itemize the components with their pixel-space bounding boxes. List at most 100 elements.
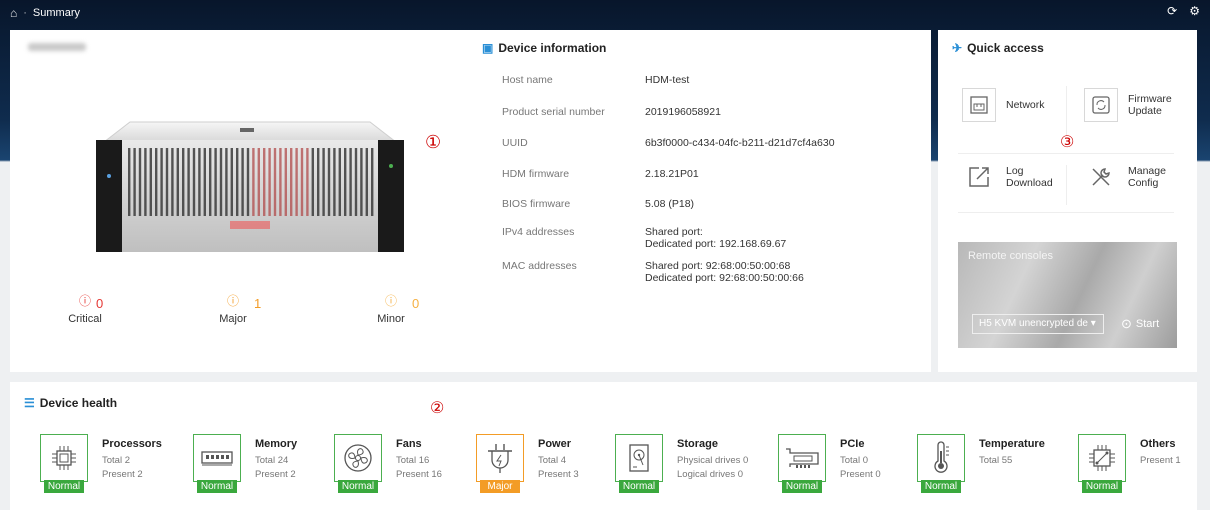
- power-plug-icon: [476, 434, 524, 482]
- status-badge: Major: [480, 480, 520, 493]
- status-badge: Normal: [44, 480, 84, 493]
- health-item-line1: Total 16: [396, 455, 430, 466]
- status-badge: Normal: [338, 480, 378, 493]
- quick-access-title-text: Quick access: [967, 41, 1044, 55]
- server-image: [96, 121, 404, 252]
- info-key: BIOS firmware: [502, 198, 571, 210]
- info-value: 6b3f0000-c434-04fc-b211-d21d7cf4a630: [645, 137, 835, 149]
- critical-count: 0: [96, 296, 104, 311]
- health-item-line2: Present 16: [396, 469, 442, 480]
- info-key: UUID: [502, 137, 528, 149]
- health-item-line2: Present 2: [102, 469, 143, 480]
- log-download-icon: [962, 160, 996, 194]
- info-value: Shared port: Dedicated port: 192.168.69.6…: [645, 226, 786, 250]
- health-item-name: Fans: [396, 438, 422, 450]
- info-value: Shared port: 92:68:00:50:00:68 Dedicated …: [645, 260, 804, 284]
- quick-manage-config[interactable]: Manage Config: [1084, 160, 1166, 194]
- health-item-line1: Total 0: [840, 455, 868, 466]
- manage-config-label: Manage Config: [1128, 165, 1166, 189]
- network-icon: [962, 88, 996, 122]
- remote-consoles-title: Remote consoles: [968, 250, 1053, 262]
- home-icon[interactable]: ⌂: [10, 6, 17, 20]
- paper-plane-icon: ✈: [952, 41, 963, 55]
- info-key: IPv4 addresses: [502, 226, 575, 238]
- log-label-line1: Log: [1006, 165, 1024, 177]
- firmware-update-icon: [1084, 88, 1118, 122]
- start-console-button[interactable]: ⊙ Start: [1121, 316, 1159, 332]
- device-panel: ① ⓘ 0 Critical ⓘ 1 Major ⓘ 0 Minor ▣ Dev…: [10, 30, 931, 372]
- refresh-icon[interactable]: ⟳: [1167, 4, 1177, 18]
- divider: [958, 153, 1174, 154]
- top-bar: ⌂ · Summary ⟳ ⚙: [0, 0, 1210, 26]
- thermometer-icon: [917, 434, 965, 482]
- firmware-update-label: Firmware Update: [1128, 93, 1172, 117]
- status-badge: Normal: [921, 480, 961, 493]
- breadcrumb-separator: ·: [23, 7, 27, 19]
- info-value: 2019196058921: [645, 106, 721, 118]
- manage-label-line2: Config: [1128, 177, 1159, 189]
- device-info-title: ▣ Device information: [482, 41, 606, 55]
- health-item-line1: Total 24: [255, 455, 289, 466]
- network-label: Network: [1006, 99, 1045, 111]
- health-item-name: Storage: [677, 438, 718, 450]
- critical-label: Critical: [68, 313, 102, 325]
- console-type-value: H5 KVM unencrypted de: [979, 318, 1088, 329]
- info-value-line1: Shared port:: [645, 226, 703, 238]
- divider: [958, 212, 1174, 213]
- health-item-line2: Present 3: [538, 469, 579, 480]
- minor-alert-icon: ⓘ: [384, 294, 397, 308]
- health-item-name: Power: [538, 438, 572, 450]
- annotation-2: ②: [430, 400, 445, 417]
- device-health-panel: ☰ Device health ② Normal Processors Tota…: [10, 382, 1197, 510]
- tools-icon: [1084, 160, 1118, 194]
- status-badge: Normal: [197, 480, 237, 493]
- quick-log-download[interactable]: Log Download: [962, 160, 1053, 194]
- device-health-title: ☰ Device health: [24, 396, 117, 410]
- health-item-line1: Total 55: [979, 455, 1013, 466]
- health-item-line1: Total 2: [102, 455, 130, 466]
- processor-icon: [40, 434, 88, 482]
- manage-label-line1: Manage: [1128, 165, 1166, 177]
- remote-consoles-card: Remote consoles H5 KVM unencrypted de ▾ …: [958, 242, 1177, 348]
- status-badge: Normal: [619, 480, 659, 493]
- quick-firmware-update[interactable]: Firmware Update: [1084, 88, 1172, 122]
- device-name-blurred: [28, 43, 86, 51]
- info-value-line2: Dedicated port: 92:68:00:50:00:66: [645, 272, 804, 284]
- firmware-label-line1: Firmware: [1128, 93, 1172, 105]
- info-key: HDM firmware: [502, 168, 570, 180]
- divider: [1066, 86, 1067, 136]
- health-item-line2: Logical drives 0: [677, 469, 744, 480]
- settings-icon[interactable]: ⚙: [1189, 4, 1200, 18]
- health-item-line1: Physical drives 0: [677, 455, 749, 466]
- major-count: 1: [254, 296, 262, 311]
- info-value: 2.18.21P01: [645, 168, 699, 180]
- minor-label: Minor: [377, 313, 405, 325]
- status-badge: Normal: [1082, 480, 1122, 493]
- alarm-major[interactable]: ⓘ 1 Major: [188, 292, 278, 325]
- health-list-icon: ☰: [24, 396, 35, 410]
- info-key: Product serial number: [502, 106, 605, 118]
- play-icon: ⊙: [1121, 316, 1132, 331]
- alarm-critical[interactable]: ⓘ 0 Critical: [40, 292, 130, 325]
- device-health-title-text: Device health: [39, 396, 118, 410]
- health-item-line1: Total 4: [538, 455, 566, 466]
- chevron-down-icon: ▾: [1090, 318, 1096, 329]
- quick-network[interactable]: Network: [962, 88, 1045, 122]
- console-type-select[interactable]: H5 KVM unencrypted de ▾: [972, 314, 1104, 334]
- alarm-minor[interactable]: ⓘ 0 Minor: [346, 292, 436, 325]
- major-label: Major: [219, 313, 247, 325]
- top-tools: ⟳ ⚙: [1167, 4, 1200, 18]
- major-alert-icon: ⓘ: [226, 294, 239, 308]
- health-item-line1: Present 1: [1140, 455, 1181, 466]
- status-badge: Normal: [782, 480, 822, 493]
- info-value-line2: Dedicated port: 192.168.69.67: [645, 238, 787, 250]
- memory-icon: [193, 434, 241, 482]
- quick-access-title: ✈ Quick access: [952, 41, 1044, 55]
- annotation-1: ①: [425, 132, 442, 152]
- others-chip-icon: [1078, 434, 1126, 482]
- health-item-line2: Present 2: [255, 469, 296, 480]
- info-value: 5.08 (P18): [645, 198, 695, 210]
- info-value: HDM-test: [645, 74, 690, 86]
- fan-icon: [334, 434, 382, 482]
- log-label-line2: Download: [1006, 177, 1053, 189]
